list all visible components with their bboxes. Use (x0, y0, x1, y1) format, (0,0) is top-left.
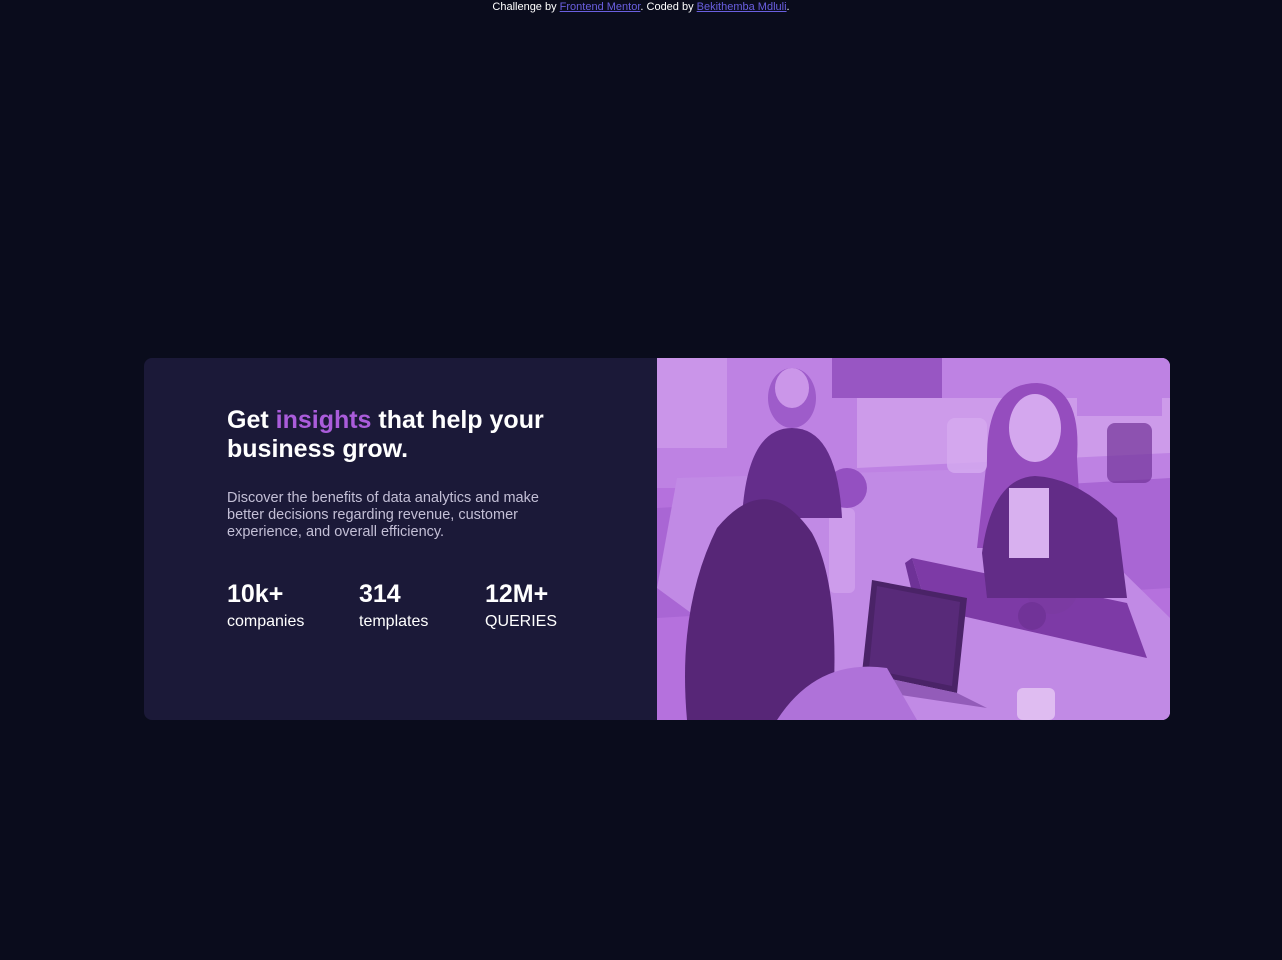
stats-preview-card: Get insights that help your business gro… (144, 358, 1170, 720)
author-link[interactable]: Bekithemba Mdluli (697, 1, 787, 13)
attribution-prefix: Challenge by (492, 1, 560, 13)
headline-accent: insights (275, 406, 372, 434)
card-description: Discover the benefits of data analytics … (227, 490, 539, 540)
headline-start: Get (227, 406, 276, 434)
stat-label: QUERIES (485, 613, 558, 630)
stat-companies: 10k+ companies (227, 580, 359, 632)
stat-value: 12M+ (485, 580, 549, 608)
stat-templates: 314 templates (359, 580, 485, 632)
office-photo (657, 358, 1170, 720)
stats-row: 10k+ companies 314 templates 12M+ QUERIE… (227, 580, 657, 632)
stat-queries: 12M+ QUERIES (485, 580, 585, 632)
attribution-suffix: . (786, 1, 790, 13)
stat-label: templates (359, 613, 429, 630)
stat-value: 314 (359, 580, 401, 608)
stat-label: companies (227, 613, 305, 630)
card-headline: Get insights that help your business gro… (227, 406, 567, 464)
attribution-middle: . Coded by (640, 1, 697, 13)
office-photo-illustration (657, 358, 1170, 720)
attribution: Challenge by Frontend Mentor. Coded by B… (0, 0, 1282, 14)
card-text-section: Get insights that help your business gro… (144, 358, 657, 720)
stat-value: 10k+ (227, 580, 284, 608)
frontend-mentor-link[interactable]: Frontend Mentor (560, 1, 641, 13)
